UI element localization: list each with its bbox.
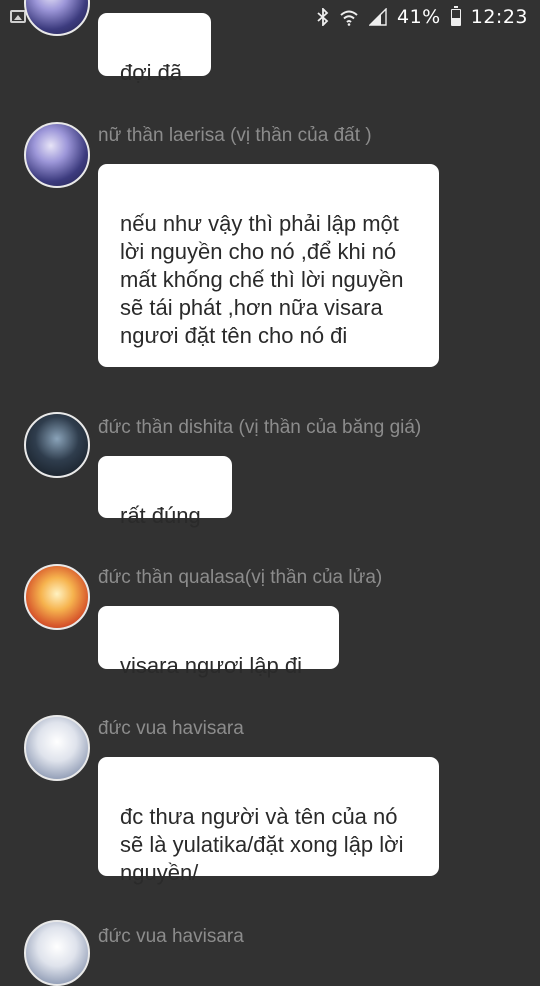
message-bubble[interactable]: rất đúng — [98, 456, 232, 528]
sender-name: đức vua havisara — [98, 718, 244, 739]
message-bubble[interactable]: đc thưa người và tên của nó sẽ là yulati… — [98, 757, 439, 885]
message-text: rất đúng — [120, 503, 201, 528]
clock: 12:23 — [470, 6, 528, 28]
message-text: nếu như vậy thì phải lập một lời nguyền … — [120, 211, 404, 348]
sender-avatar[interactable] — [24, 920, 90, 986]
sender-name: đức thần qualasa(vị thần của lửa) — [98, 567, 383, 588]
sender-avatar[interactable] — [24, 122, 90, 188]
message-text: visara ngươi lập đi — [120, 653, 303, 678]
sender-name: đức vua havisara — [98, 926, 244, 947]
battery-icon — [450, 5, 461, 26]
sender-avatar[interactable] — [24, 715, 90, 781]
battery-fill — [451, 18, 460, 25]
signal-icon — [369, 8, 387, 26]
sender-avatar[interactable] — [24, 564, 90, 630]
gallery-icon — [10, 10, 26, 23]
status-icons: 41% 12:23 — [317, 5, 528, 28]
bluetooth-icon — [317, 8, 329, 26]
battery-percent: 41% — [397, 6, 441, 28]
sender-name: đức thần dishita (vị thần của băng giá) — [98, 417, 422, 438]
message-bubble[interactable]: nếu như vậy thì phải lập một lời nguyền … — [98, 164, 439, 367]
sender-name: nữ thần laerisa (vị thần của đất ) — [98, 125, 372, 146]
sender-avatar[interactable] — [24, 412, 90, 478]
message-text: đợi đã — [120, 60, 183, 85]
message-text: đc thưa người và tên của nó sẽ là yulati… — [120, 804, 404, 885]
wifi-icon — [340, 10, 358, 26]
message-bubble[interactable]: visara ngươi lập đi — [98, 606, 339, 678]
message-bubble[interactable]: đợi đã — [98, 13, 211, 85]
